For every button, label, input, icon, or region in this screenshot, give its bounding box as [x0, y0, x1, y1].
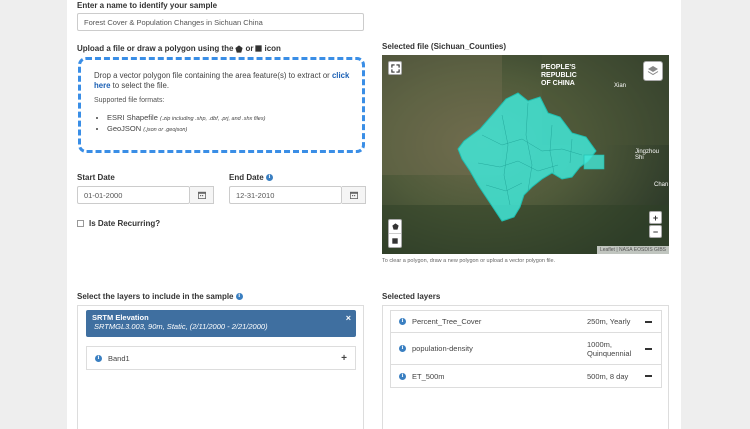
fullscreen-button[interactable]	[388, 61, 402, 75]
format-detail: (.json or .geojson)	[143, 127, 188, 133]
dataset-subtitle: SRTMGL3.003, 90m, Static, (2/11/2000 - 2…	[94, 322, 268, 331]
file-drop-zone[interactable]: Drop a vector polygon file containing th…	[78, 57, 365, 153]
zoom-in-button[interactable]: +	[649, 211, 662, 224]
upload-label-prefix: Upload a file or draw a polygon using th…	[77, 44, 234, 53]
layer-info-line: 500m, 8 day	[587, 371, 629, 381]
start-date-label: Start Date	[77, 173, 115, 182]
layer-info-line: Quinquennial	[587, 348, 632, 358]
drop-text: Drop a vector polygon file containing th…	[94, 71, 330, 80]
dataset-title: SRTM Elevation	[92, 313, 149, 322]
map-view[interactable]: PEOPLE'S REPUBLIC OF CHINA Xian Jingzhou…	[382, 55, 669, 254]
polygon-icon	[391, 223, 399, 230]
recurring-label: Is Date Recurring?	[89, 219, 161, 228]
country-label-line: OF CHINA	[541, 80, 575, 87]
layer-info-line: 250m, Yearly	[587, 317, 631, 326]
polygon-icon	[235, 44, 244, 53]
layer-info: 500m, 8 day	[587, 372, 639, 381]
remove-layer-button[interactable]	[643, 320, 653, 323]
map-hint: To clear a polygon, draw a new polygon o…	[382, 258, 556, 264]
sample-name-input[interactable]: Forest Cover & Population Changes in Sic…	[77, 13, 364, 31]
format-name: ESRI Shapefile	[107, 113, 158, 122]
upload-label-suffix: icon	[264, 44, 281, 53]
band-item[interactable]: i Band1 +	[86, 346, 356, 370]
add-band-button[interactable]: +	[341, 353, 347, 364]
info-icon[interactable]: i	[399, 372, 406, 380]
place-label: Xian	[614, 83, 627, 89]
minus-icon	[644, 320, 652, 323]
calendar-icon	[197, 191, 206, 199]
end-date-calendar-button[interactable]	[342, 186, 366, 204]
upload-label-or: or	[245, 44, 254, 53]
country-label-line: REPUBLIC	[541, 72, 577, 79]
place-label: Jingzhou Shi	[635, 149, 660, 161]
country-label: PEOPLE'S REPUBLIC OF CHINA	[541, 64, 577, 88]
close-icon[interactable]: ×	[346, 313, 351, 323]
layers-picker-label-wrap: Select the layers to include in the samp…	[77, 292, 243, 301]
layer-name: ET_500m	[412, 371, 445, 381]
format-name: GeoJSON	[107, 124, 142, 133]
layers-control-button[interactable]	[643, 61, 663, 81]
selected-layers-list: i Percent_Tree_Cover 250m, Yearly i popu…	[390, 310, 662, 388]
remove-layer-button[interactable]	[643, 347, 653, 350]
selected-layer-row: i population-density 1000m, Quinquennial	[391, 333, 661, 365]
draw-toolbar	[388, 219, 402, 248]
selected-layer-row: i Percent_Tree_Cover 250m, Yearly	[391, 311, 661, 333]
formats-label: Supported file formats:	[94, 97, 165, 104]
drop-text-end: to select the file.	[112, 81, 169, 90]
country-label-line: PEOPLE'S	[541, 64, 576, 71]
info-icon[interactable]: i	[399, 345, 406, 352]
layer-name: population-density	[412, 344, 473, 353]
fullscreen-icon	[390, 63, 400, 73]
drop-instructions: Drop a vector polygon file containing th…	[94, 71, 356, 91]
zoom-out-button[interactable]: −	[649, 225, 662, 238]
end-date-input[interactable]: 12-31-2010	[229, 186, 342, 204]
start-date-input[interactable]: 01-01-2000	[77, 186, 190, 204]
draw-polygon-button[interactable]	[389, 220, 401, 234]
map-attribution: Leaflet | NASA EOSDIS GIBS	[596, 246, 669, 254]
format-item: GeoJSON (.json or .geojson)	[107, 124, 265, 135]
upload-label: Upload a file or draw a polygon using th…	[77, 44, 281, 53]
format-item: ESRI Shapefile (.zip including .shp, .db…	[107, 113, 265, 124]
calendar-icon	[349, 191, 358, 199]
format-detail: (.zip including .shp, .dbf, .prj, and .s…	[159, 116, 266, 122]
layer-info: 1000m, Quinquennial	[587, 340, 639, 358]
recurring-checkbox[interactable]	[77, 220, 84, 227]
place-label: Chan	[654, 182, 669, 188]
draw-rectangle-button[interactable]	[389, 234, 401, 248]
layer-name: Percent_Tree_Cover	[412, 317, 482, 326]
sample-name-label: Enter a name to identify your sample	[77, 1, 218, 10]
rectangle-icon	[255, 45, 263, 52]
recurring-row: Is Date Recurring?	[77, 219, 160, 228]
remove-layer-button[interactable]	[643, 375, 653, 377]
layer-info: 250m, Yearly	[587, 317, 639, 326]
layers-icon	[647, 66, 659, 76]
formats-list: ESRI Shapefile (.zip including .shp, .db…	[107, 113, 265, 135]
minus-icon	[644, 375, 652, 377]
info-icon[interactable]: i	[265, 174, 273, 182]
selected-layer-row: i ET_500m 500m, 8 day	[391, 365, 661, 387]
selected-dataset-item[interactable]: SRTM Elevation SRTMGL3.003, 90m, Static,…	[86, 310, 356, 337]
start-date-calendar-button[interactable]	[190, 186, 214, 204]
band-name: Band1	[108, 353, 130, 363]
layers-picker-label: Select the layers to include in the samp…	[77, 292, 234, 301]
info-icon[interactable]: i	[235, 293, 243, 301]
rectangle-icon	[392, 238, 398, 244]
end-date-label-wrap: End Date i	[229, 173, 273, 182]
end-date-label: End Date	[229, 173, 264, 182]
info-icon[interactable]: i	[95, 354, 102, 362]
info-icon[interactable]: i	[399, 318, 406, 325]
selected-layers-label: Selected layers	[382, 292, 441, 301]
minus-icon	[644, 347, 652, 350]
layer-info-line: 1000m,	[587, 339, 613, 349]
map-title: Selected file (Sichuan_Counties)	[382, 42, 507, 51]
